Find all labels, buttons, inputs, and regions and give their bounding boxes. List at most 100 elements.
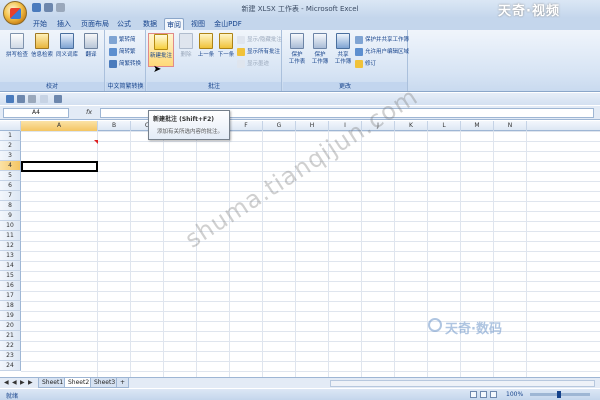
tab-view[interactable]: 视图 [190, 18, 206, 30]
row-header[interactable]: 4 [0, 161, 21, 171]
share-workbook-button[interactable]: 共享 工作簿 [332, 33, 354, 66]
column-header[interactable]: G [263, 121, 296, 131]
row-header[interactable]: 6 [0, 181, 21, 191]
row-header[interactable]: 1 [0, 131, 21, 141]
last-sheet-icon[interactable]: ▶ [28, 379, 33, 386]
to-traditional-button[interactable]: 简转繁 [109, 47, 136, 57]
row-header[interactable]: 17 [0, 291, 21, 301]
row-header[interactable]: 13 [0, 251, 21, 261]
convert-icon [109, 59, 117, 68]
row-header[interactable]: 23 [0, 351, 21, 361]
row-header[interactable]: 14 [0, 261, 21, 271]
column-header[interactable]: H [296, 121, 329, 131]
active-cell[interactable] [21, 161, 98, 172]
row-header[interactable]: 3 [0, 151, 21, 161]
row-header[interactable]: 16 [0, 281, 21, 291]
save-icon[interactable] [6, 95, 14, 103]
row-header[interactable]: 10 [0, 221, 21, 231]
tab-review[interactable]: 审阅 [164, 18, 184, 30]
ribbon-tabs: 开始 插入 页面布局 公式 数据 审阅 视图 金山PDF [0, 18, 600, 30]
row-header[interactable]: 2 [0, 141, 21, 151]
column-header[interactable]: M [461, 121, 494, 131]
column-header[interactable]: L [428, 121, 461, 131]
previous-comment-icon [199, 33, 213, 49]
page-break-view-icon[interactable] [490, 391, 497, 398]
row-header[interactable]: 22 [0, 341, 21, 351]
tab-data[interactable]: 数据 [142, 18, 158, 30]
page-layout-view-icon[interactable] [480, 391, 487, 398]
simplified-icon [109, 35, 117, 44]
protect-share-icon [355, 35, 363, 44]
zoom-level[interactable]: 100% [506, 391, 523, 398]
row-header[interactable]: 8 [0, 201, 21, 211]
next-sheet-icon[interactable]: ▶ [20, 379, 25, 386]
row-header[interactable]: 9 [0, 211, 21, 221]
column-header[interactable]: B [98, 121, 131, 131]
column-header[interactable]: N [494, 121, 527, 131]
show-ink-button[interactable]: 显示墨迹 [237, 59, 269, 69]
previous-comment-button[interactable]: 上一条 [195, 33, 217, 59]
formula-bar: A4 fx [0, 106, 600, 120]
column-header[interactable]: K [395, 121, 428, 131]
tab-pdf[interactable]: 金山PDF [212, 18, 244, 30]
name-box[interactable]: A4 [3, 108, 69, 118]
column-header[interactable]: F [230, 121, 263, 131]
row-header[interactable]: 7 [0, 191, 21, 201]
redo-icon[interactable] [28, 95, 36, 103]
show-all-comments-button[interactable]: 显示所有批注 [237, 47, 280, 57]
row-header[interactable]: 11 [0, 231, 21, 241]
undo-icon[interactable] [17, 95, 25, 103]
sheet-tab-1[interactable]: Sheet1 [38, 378, 68, 388]
sheet-tab-3[interactable]: Sheet3 [90, 378, 120, 388]
row-header[interactable]: 18 [0, 301, 21, 311]
row-header[interactable]: 19 [0, 311, 21, 321]
horizontal-scrollbar[interactable] [330, 380, 595, 387]
column-header[interactable]: A [21, 121, 98, 131]
customize-icon[interactable] [54, 95, 62, 103]
group-label-changes: 更改 [283, 82, 407, 91]
tab-insert[interactable]: 插入 [56, 18, 72, 30]
translate-button[interactable]: 翻译 [80, 33, 102, 59]
row-header[interactable]: 15 [0, 271, 21, 281]
next-comment-button[interactable]: 下一条 [215, 33, 237, 59]
thesaurus-button[interactable]: 同义词库 [56, 33, 78, 59]
protect-sheet-button[interactable]: 保护 工作表 [286, 33, 308, 66]
new-comment-button[interactable]: 新建批注 [148, 33, 174, 67]
spelling-button[interactable]: 拼写检查 [6, 33, 28, 59]
group-comments: 新建批注 删除 上一条 下一条 显示/隐藏批注 显示所有批注 显示墨迹 批注 [147, 30, 282, 91]
row-header[interactable]: 20 [0, 321, 21, 331]
normal-view-icon[interactable] [470, 391, 477, 398]
tab-formulas[interactable]: 公式 [116, 18, 132, 30]
row-header[interactable]: 21 [0, 331, 21, 341]
tab-page-layout[interactable]: 页面布局 [80, 18, 110, 30]
row-header[interactable]: 5 [0, 171, 21, 181]
to-simplified-button[interactable]: 繁转简 [109, 35, 136, 45]
insert-sheet-icon[interactable]: + [116, 378, 130, 388]
select-all-corner[interactable] [0, 121, 21, 131]
convert-button[interactable]: 简繁转换 [109, 59, 141, 69]
status-ready: 就绪 [6, 393, 19, 400]
protect-share-button[interactable]: 保护并共享工作簿 [355, 35, 409, 45]
research-button[interactable]: 信息检索 [31, 33, 53, 59]
fx-icon[interactable]: fx [86, 108, 92, 116]
tab-home[interactable]: 开始 [30, 18, 50, 30]
office-logo-icon [10, 8, 21, 19]
office-button[interactable] [3, 1, 27, 25]
zoom-thumb[interactable] [557, 391, 561, 398]
track-changes-icon [355, 59, 363, 68]
sheet-tab-2[interactable]: Sheet2 [64, 378, 94, 388]
row-header[interactable]: 24 [0, 361, 21, 371]
row-header[interactable]: 12 [0, 241, 21, 251]
mouse-cursor-icon: ➤ [153, 64, 162, 75]
first-sheet-icon[interactable]: ◀ [4, 379, 9, 386]
quick-access-toolbar-2 [0, 93, 600, 105]
track-changes-button[interactable]: 修订 [355, 59, 376, 69]
protect-workbook-button[interactable]: 保护 工作簿 [309, 33, 331, 66]
group-label-proofing: 校对 [0, 82, 104, 91]
print-icon[interactable] [40, 95, 48, 103]
watermark-top: 天奇·视频 [498, 4, 560, 19]
show-hide-comment-button[interactable]: 显示/隐藏批注 [237, 35, 282, 45]
allow-edit-ranges-button[interactable]: 允许用户编辑区域 [355, 47, 409, 57]
delete-comment-button[interactable]: 删除 [175, 33, 197, 59]
prev-sheet-icon[interactable]: ◀ [12, 379, 17, 386]
